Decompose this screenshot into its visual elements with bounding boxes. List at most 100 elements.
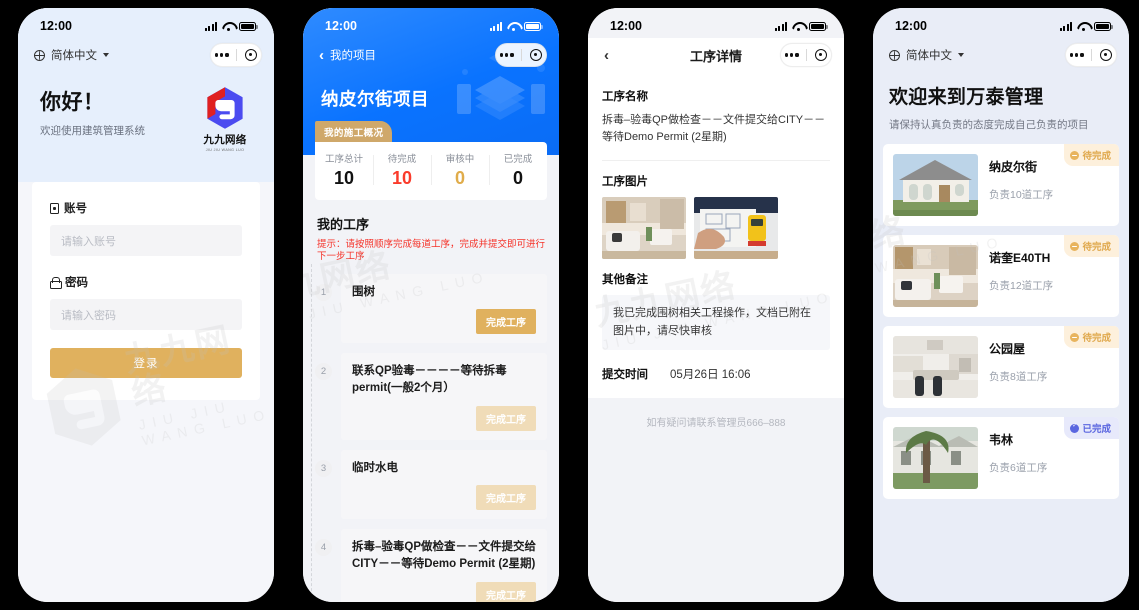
welcome-block: 欢迎来到万泰管理 请保持认真负责的态度完成自己负责的项目 [873, 72, 1129, 144]
project-name: 韦林 [989, 433, 1014, 447]
miniprogram-capsule[interactable] [1065, 43, 1117, 67]
status-bar: 12:00 [873, 8, 1129, 38]
remark-label: 其他备注 [602, 274, 648, 287]
status-bar: 12:00 [588, 8, 844, 38]
miniprogram-capsule[interactable] [495, 43, 547, 67]
capsule-divider [1091, 49, 1093, 61]
stat-label: 待完成 [387, 154, 417, 165]
account-input[interactable]: 请输入账号 [50, 225, 242, 256]
step-card[interactable]: 围树 完成工序 [341, 273, 547, 344]
status-badge: 待完成 [1064, 326, 1119, 348]
list-item[interactable]: 诺奎E40TH 负责12道工序 待完成 [883, 235, 1119, 317]
divider [602, 160, 830, 162]
project-name: 公园屋 [989, 342, 1026, 356]
stat-value: 10 [333, 168, 355, 188]
step-detail-page: 12:00 ‹ 工序详情 工序名称 拆毒–验毒QP做检查－－文件提交给CITY－… [588, 8, 844, 602]
list-item[interactable]: 韦林 负责6道工序 已完成 [883, 417, 1119, 499]
back-label: 我的项目 [330, 50, 376, 62]
step-card[interactable]: 临时水电 完成工序 [341, 449, 547, 520]
step-name: 联系QP验毒－－－－等待拆毒permit(一般2个月） [352, 365, 507, 395]
login-page: 12:00 简体中文 你好！ 欢迎使用建筑管理系统 九九网络 JIU JIU W… [18, 8, 274, 602]
close-target-icon[interactable] [1100, 49, 1112, 61]
signal-icon [204, 21, 217, 31]
steps-list: 1 围树 完成工序 2 联系QP验毒－－－－等待拆毒permit(一般2个月） … [303, 263, 559, 602]
list-item[interactable]: 1 围树 完成工序 [315, 273, 547, 354]
step-card[interactable]: 拆毒–验毒QP做检查－－文件提交给CITY－－等待Demo Permit (2星… [341, 529, 547, 602]
wifi-icon [507, 22, 519, 31]
list-item[interactable]: 3 临时水电 完成工序 [315, 449, 547, 530]
close-target-icon[interactable] [530, 49, 542, 61]
stat-label: 工序总计 [324, 154, 363, 165]
more-icon[interactable] [784, 53, 799, 57]
photo-thumbnail[interactable] [694, 197, 778, 260]
password-input[interactable]: 请输入密码 [50, 299, 242, 330]
more-icon[interactable] [499, 53, 514, 57]
list-item[interactable]: 4 拆毒–验毒QP做检查－－文件提交给CITY－－等待Demo Permit (… [315, 529, 547, 602]
battery-icon [239, 21, 258, 31]
jiujiu-logo-icon [205, 86, 245, 130]
back-button[interactable]: ‹ 我的项目 [319, 47, 376, 63]
list-item[interactable]: 纳皮尔街 负责10道工序 待完成 [883, 144, 1119, 226]
stat-value: 0 [454, 168, 465, 188]
account-label-row: 账号 [50, 200, 242, 216]
list-item[interactable]: 公园屋 负责8道工序 待完成 [883, 326, 1119, 408]
more-icon[interactable] [214, 53, 229, 57]
signal-icon [774, 21, 787, 31]
submit-time-value: 05月26日 16:06 [670, 369, 751, 382]
more-icon[interactable] [1069, 53, 1084, 57]
complete-step-button[interactable]: 完成工序 [476, 309, 536, 335]
globe-icon [889, 49, 901, 61]
complete-step-button[interactable]: 完成工序 [476, 581, 536, 602]
close-target-icon[interactable] [245, 49, 257, 61]
project-name: 纳皮尔街 [989, 160, 1038, 174]
status-dot-icon [1070, 150, 1080, 160]
complete-step-button[interactable]: 完成工序 [476, 405, 536, 431]
status-badge-label: 待完成 [1082, 151, 1111, 162]
language-switcher[interactable]: 简体中文 [34, 47, 109, 63]
close-target-icon[interactable] [815, 49, 827, 61]
capsule-divider [521, 49, 523, 61]
page-subtitle: 请保持认真负责的态度完成自己负责的项目 [889, 119, 1089, 131]
back-button[interactable]: ‹ [604, 48, 609, 63]
status-time: 12:00 [895, 19, 927, 33]
step-name: 围树 [352, 285, 375, 298]
password-label: 密码 [65, 277, 88, 289]
status-dot-icon [1070, 241, 1080, 251]
status-time: 12:00 [610, 19, 642, 33]
project-list: 纳皮尔街 负责10道工序 待完成 诺奎E40TH 负责12道工序 待完成 公园屋… [873, 144, 1129, 499]
nav-bar: ‹ 工序详情 [588, 38, 844, 72]
chevron-left-icon: ‹ [319, 46, 324, 64]
remark-value: 我已完成围树相关工程操作，文档已附在图片中，请尽快审核 [602, 295, 830, 351]
login-header-area: 12:00 简体中文 你好！ 欢迎使用建筑管理系统 九九网络 JIU JIU W… [18, 8, 274, 182]
step-index-wrap: 2 [315, 353, 332, 439]
footer-note: 如有疑问请联系管理员666–888 [646, 418, 786, 430]
account-label: 账号 [64, 203, 87, 215]
complete-step-button[interactable]: 完成工序 [476, 485, 536, 511]
miniprogram-capsule[interactable] [780, 43, 832, 67]
status-badge: 待完成 [1064, 235, 1119, 257]
submit-time-label: 提交时间 [602, 369, 648, 382]
language-switcher[interactable]: 简体中文 [889, 47, 964, 63]
user-icon [50, 202, 59, 214]
step-card[interactable]: 联系QP验毒－－－－等待拆毒permit(一般2个月） 完成工序 [341, 353, 547, 440]
brand-logo: 九九网络 JIU JIU WANG LUO [196, 86, 254, 152]
photo-thumbnail[interactable] [602, 197, 686, 260]
miniprogram-capsule[interactable] [210, 43, 262, 67]
step-number: 1 [315, 283, 332, 301]
list-item[interactable]: 2 联系QP验毒－－－－等待拆毒permit(一般2个月） 完成工序 [315, 353, 547, 449]
step-name-label: 工序名称 [602, 91, 648, 103]
signal-icon [489, 21, 502, 31]
stat-reviewing: 审核中 0 [431, 151, 489, 189]
project-desc: 负责6道工序 [989, 462, 1048, 474]
signal-icon [1059, 21, 1072, 31]
status-time: 12:00 [325, 19, 357, 33]
stat-value: 10 [391, 168, 413, 188]
language-label: 简体中文 [51, 50, 97, 62]
project-info: 公园屋 负责8道工序 [989, 336, 1047, 398]
status-bar: 12:00 [303, 8, 559, 38]
status-bar: 12:00 [18, 8, 274, 38]
page-title: 你好！ [40, 91, 105, 114]
chevron-down-icon [103, 53, 109, 57]
chevron-left-icon: ‹ [604, 46, 609, 64]
login-button[interactable]: 登录 [50, 348, 242, 378]
